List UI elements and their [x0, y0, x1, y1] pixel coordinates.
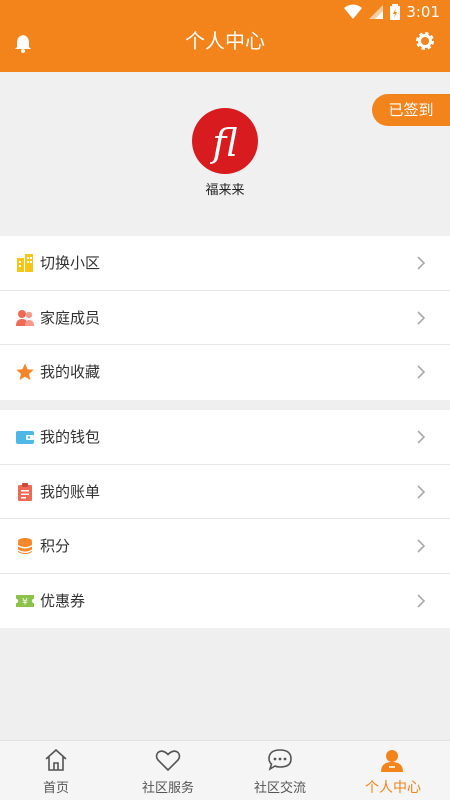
- signin-button[interactable]: 已签到: [372, 94, 450, 126]
- menu-item-label: 切换小区: [40, 254, 101, 272]
- signal-icon: [369, 5, 384, 19]
- menu-group-2: 我的钱包 我的账单 积分 ¥ 优惠券: [0, 410, 450, 628]
- chevron-right-icon: [417, 593, 426, 608]
- tab-label: 社区服务: [141, 781, 194, 796]
- chevron-right-icon: [417, 365, 426, 379]
- chevron-right-icon: [417, 539, 426, 553]
- chevron-right-icon: [417, 256, 426, 270]
- profile-section: 已签到 fl 福来来: [0, 72, 450, 236]
- coupon-icon: ¥: [16, 594, 34, 607]
- page-title: 个人中心: [185, 29, 265, 53]
- menu-item-wallet[interactable]: 我的钱包: [0, 410, 450, 465]
- menu-item-switch-community[interactable]: 切换小区: [0, 236, 450, 291]
- tab-community-service[interactable]: 社区服务: [112, 741, 224, 800]
- gear-icon[interactable]: [414, 30, 436, 52]
- brand-logo-icon: fl: [209, 121, 237, 165]
- chevron-right-icon: [417, 310, 426, 325]
- home-icon: [45, 748, 67, 771]
- menu-item-label: 我的账单: [40, 482, 101, 501]
- status-time: 3:01: [406, 3, 440, 21]
- svg-text:¥: ¥: [22, 597, 28, 607]
- tab-label: 个人中心: [365, 780, 421, 796]
- menu-item-label: 我的收藏: [40, 363, 101, 381]
- tab-label: 社区交流: [253, 781, 306, 796]
- chat-icon: [268, 749, 292, 771]
- menu-item-coupons[interactable]: ¥ 优惠券: [0, 574, 450, 629]
- heart-icon: [155, 750, 181, 772]
- battery-icon: [390, 4, 401, 20]
- tab-home[interactable]: 首页: [0, 741, 112, 800]
- family-icon: [16, 309, 34, 326]
- status-bar: 3:01: [0, 0, 450, 26]
- wallet-icon: [16, 431, 34, 444]
- menu-item-label: 优惠券: [40, 591, 86, 610]
- building-icon: [17, 254, 33, 272]
- menu-item-label: 我的钱包: [40, 428, 101, 446]
- menu-group-1: 切换小区 家庭成员 我的收藏: [0, 236, 450, 400]
- menu-item-label: 积分: [40, 537, 71, 555]
- menu-item-bills[interactable]: 我的账单: [0, 465, 450, 519]
- username: 福来来: [205, 183, 245, 198]
- person-icon: [381, 750, 403, 772]
- menu-item-family[interactable]: 家庭成员: [0, 291, 450, 345]
- tab-label: 首页: [42, 781, 69, 796]
- status-icons: 3:01: [344, 3, 440, 21]
- tab-community-chat[interactable]: 社区交流: [224, 741, 336, 800]
- bill-icon: [18, 482, 32, 501]
- star-icon: [16, 363, 34, 380]
- chevron-right-icon: [417, 430, 426, 444]
- coins-icon: [18, 538, 32, 554]
- menu-item-points[interactable]: 积分: [0, 519, 450, 574]
- svg-text:fl: fl: [209, 121, 237, 165]
- chevron-right-icon: [417, 484, 426, 499]
- menu-item-label: 家庭成员: [40, 308, 101, 327]
- menu-item-favorites[interactable]: 我的收藏: [0, 345, 450, 400]
- avatar[interactable]: fl: [192, 108, 258, 174]
- tab-personal-center[interactable]: 个人中心: [336, 741, 450, 800]
- wifi-icon: [344, 4, 363, 19]
- header: 个人中心: [0, 26, 450, 72]
- bottom-tab-bar: 首页 社区服务 社区交流 个人中心: [0, 740, 450, 800]
